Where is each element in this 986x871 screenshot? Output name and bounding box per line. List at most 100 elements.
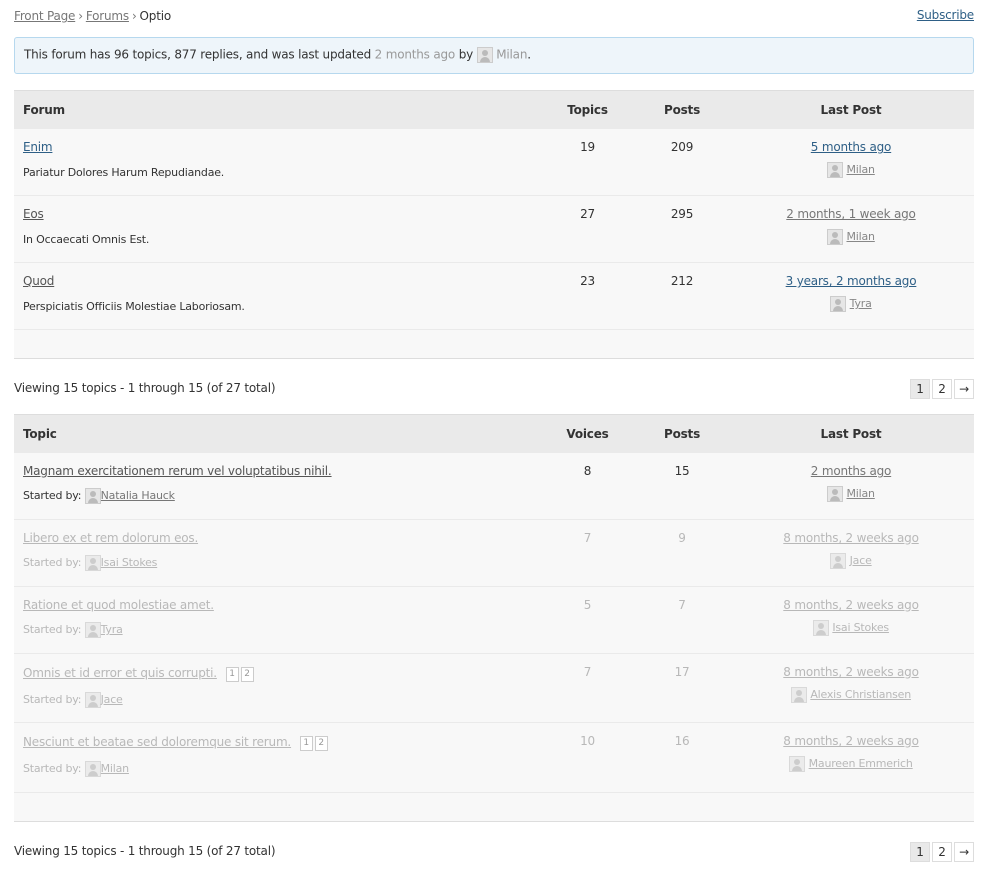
topic-posts-count: 16 <box>636 722 728 793</box>
pagination-bottom: Viewing 15 topics - 1 through 15 (of 27 … <box>14 842 974 862</box>
avatar-icon <box>830 296 847 312</box>
avatar-icon <box>84 555 101 571</box>
last-post-time-link[interactable]: 2 months, 1 week ago <box>786 207 916 221</box>
last-post-time-link[interactable]: 3 years, 2 months ago <box>786 274 917 288</box>
page-2-link[interactable]: 2 <box>932 842 952 862</box>
last-post-author-link[interactable]: Maureen Emmerich <box>809 757 913 770</box>
info-last-updated-link[interactable]: 2 months ago <box>375 48 456 62</box>
breadcrumb-forums[interactable]: Forums <box>86 9 129 23</box>
forum-description: Pariatur Dolores Harum Repudiandae. <box>23 166 225 179</box>
last-post-author-link[interactable]: Alexis Christiansen <box>810 688 911 701</box>
topic-page-link[interactable]: 2 <box>240 667 254 682</box>
topic-cell: Magnam exercitationem rerum vel voluptat… <box>14 452 539 520</box>
last-post-author-link[interactable]: Milan <box>846 163 875 176</box>
last-post-time-link[interactable]: 8 months, 2 weeks ago <box>783 734 919 748</box>
topic-author-link[interactable]: Tyra <box>101 623 123 636</box>
subscribe-link[interactable]: Subscribe <box>917 8 974 22</box>
topic-voices-count: 5 <box>539 586 636 654</box>
breadcrumb-separator: › <box>78 9 83 23</box>
last-post-author: Alexis Christiansen <box>728 687 974 703</box>
forum-info-notice: This forum has 96 topics, 877 replies, a… <box>14 37 974 74</box>
forum-posts-count: 212 <box>636 262 728 330</box>
forum-posts-count: 295 <box>636 195 728 263</box>
forum-last-post: 5 months ago Milan <box>728 128 974 196</box>
next-page-arrow-icon[interactable]: → <box>954 379 974 399</box>
forums-table-header: Forum Topics Posts Last Post <box>14 90 974 129</box>
last-post-author: Milan <box>728 229 974 245</box>
topic-started-by: Started by: Natalia Hauck <box>23 488 530 504</box>
topic-started-by: Started by: Tyra <box>23 622 530 638</box>
avatar-icon <box>84 761 101 777</box>
topic-author-link[interactable]: Isai Stokes <box>101 556 158 569</box>
last-post-time-link[interactable]: 5 months ago <box>811 140 892 154</box>
topic-last-post: 8 months, 2 weeks ago Alexis Christianse… <box>728 653 974 723</box>
topic-cell: Omnis et id error et quis corrupti. 12 S… <box>14 653 539 723</box>
breadcrumb-front-page[interactable]: Front Page <box>14 9 75 23</box>
avatar-icon <box>830 553 847 569</box>
forum-title-link[interactable]: Eos <box>23 207 44 221</box>
topic-title-link[interactable]: Omnis et id error et quis corrupti. <box>23 666 217 680</box>
topic-cell: Ratione et quod molestiae amet. Started … <box>14 586 539 654</box>
topic-row: Ratione et quod molestiae amet. Started … <box>14 586 974 654</box>
topic-title-link[interactable]: Magnam exercitationem rerum vel voluptat… <box>23 464 332 478</box>
last-post-author-link[interactable]: Tyra <box>850 297 872 310</box>
info-by: by <box>458 47 474 62</box>
forum-title-link[interactable]: Enim <box>23 140 53 154</box>
pagination-top: Viewing 15 topics - 1 through 15 (of 27 … <box>14 379 974 399</box>
last-post-time-link[interactable]: 8 months, 2 weeks ago <box>783 531 919 545</box>
started-by-label: Started by: <box>23 762 82 775</box>
topic-last-post: 8 months, 2 weeks ago Jace <box>728 519 974 587</box>
header-forum: Forum <box>14 90 539 129</box>
page-1-current: 1 <box>910 842 930 862</box>
header-topic: Topic <box>14 414 539 453</box>
last-post-author: Milan <box>728 162 974 178</box>
topic-author-link[interactable]: Natalia Hauck <box>101 489 175 502</box>
forum-last-post: 2 months, 1 week ago Milan <box>728 195 974 263</box>
topic-row: Omnis et id error et quis corrupti. 12 S… <box>14 653 974 723</box>
forum-topics-count: 27 <box>539 195 636 263</box>
info-user-link[interactable]: Milan <box>496 48 527 62</box>
topic-started-by: Started by: Jace <box>23 692 530 708</box>
forum-title-link[interactable]: Quod <box>23 274 54 288</box>
page-2-link[interactable]: 2 <box>932 379 952 399</box>
topic-page-link[interactable]: 1 <box>225 667 239 682</box>
forum-description: In Occaecati Omnis Est. <box>23 233 150 246</box>
topic-author-link[interactable]: Milan <box>101 762 130 775</box>
pager: 1 2 → <box>908 379 974 399</box>
last-post-author-link[interactable]: Milan <box>846 230 875 243</box>
forum-row: Enim Pariatur Dolores Harum Repudiandae.… <box>14 128 974 196</box>
topic-author-link[interactable]: Jace <box>101 693 123 706</box>
last-post-author-link[interactable]: Isai Stokes <box>832 621 889 634</box>
pager: 1 2 → <box>908 842 974 862</box>
started-by-label: Started by: <box>23 489 82 502</box>
topic-page-link[interactable]: 2 <box>314 736 328 751</box>
topic-mini-pagination: 12 <box>299 734 330 751</box>
breadcrumb-current: Optio <box>139 9 172 23</box>
topic-title-link[interactable]: Nesciunt et beatae sed doloremque sit re… <box>23 735 291 749</box>
topic-page-link[interactable]: 1 <box>299 736 313 751</box>
avatar-icon <box>84 692 101 708</box>
header-last-post: Last Post <box>728 414 974 453</box>
last-post-author-link[interactable]: Jace <box>850 554 872 567</box>
topic-cell: Nesciunt et beatae sed doloremque sit re… <box>14 722 539 793</box>
topics-table-footer <box>14 792 974 822</box>
topic-row: Libero ex et rem dolorum eos. Started by… <box>14 519 974 587</box>
next-page-arrow-icon[interactable]: → <box>954 842 974 862</box>
forum-last-post: 3 years, 2 months ago Tyra <box>728 262 974 330</box>
forum-row: Eos In Occaecati Omnis Est. 27 295 2 mon… <box>14 195 974 263</box>
forum-description: Perspiciatis Officiis Molestiae Laborios… <box>23 300 245 313</box>
last-post-time-link[interactable]: 8 months, 2 weeks ago <box>783 598 919 612</box>
info-prefix: This forum has 96 topics, 877 replies, a… <box>24 47 372 62</box>
last-post-time-link[interactable]: 2 months ago <box>811 464 892 478</box>
last-post-author-link[interactable]: Milan <box>846 487 875 500</box>
started-by-label: Started by: <box>23 623 82 636</box>
topic-title-link[interactable]: Ratione et quod molestiae amet. <box>23 598 214 612</box>
topic-mini-pagination: 12 <box>225 665 256 682</box>
avatar-icon <box>791 687 808 703</box>
topic-posts-count: 9 <box>636 519 728 587</box>
header-voices: Voices <box>539 414 636 453</box>
topic-title-link[interactable]: Libero ex et rem dolorum eos. <box>23 531 198 545</box>
last-post-author: Jace <box>728 553 974 569</box>
avatar-icon <box>827 229 844 245</box>
last-post-time-link[interactable]: 8 months, 2 weeks ago <box>783 665 919 679</box>
